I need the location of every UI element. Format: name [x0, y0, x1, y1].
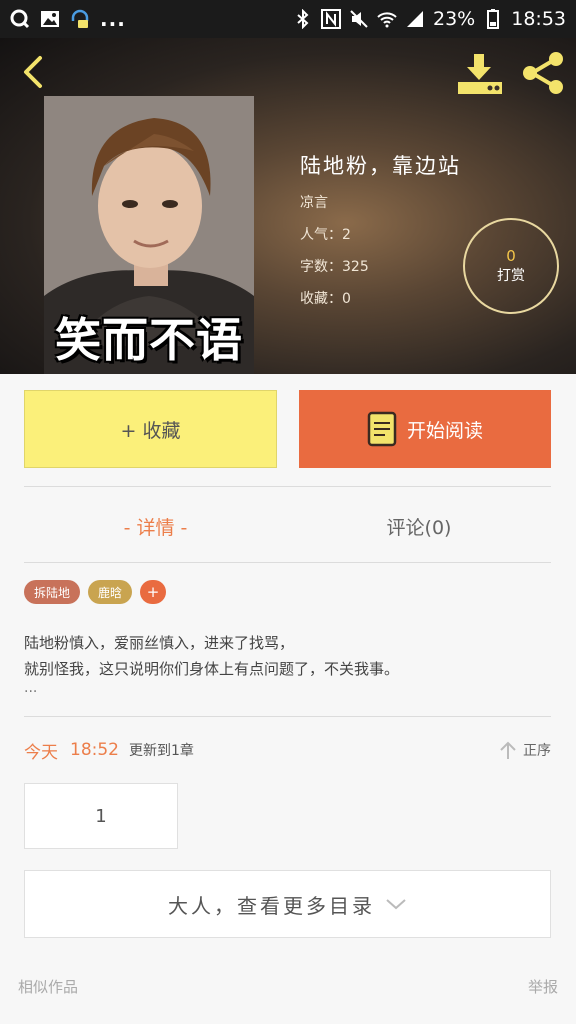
description-line: 就别怪我，这只说明你们身体上有点问题了，不关我事。: [24, 660, 400, 678]
clock: 18:53: [511, 8, 566, 30]
divider: [24, 562, 551, 563]
book-author[interactable]: 凉言: [300, 192, 328, 212]
start-reading-label: 开始阅读: [406, 419, 483, 442]
cover-caption: 笑而不语: [55, 313, 243, 367]
word-count-value: 325: [342, 259, 369, 275]
sort-order-button[interactable]: 正序: [499, 740, 551, 760]
book-cover[interactable]: 笑而不语: [44, 96, 254, 374]
reward-count: 0: [506, 247, 516, 265]
expand-description[interactable]: ...: [24, 680, 37, 696]
nfc-icon: [321, 9, 341, 29]
description-line: 陆地粉慎入，爱丽丝慎入，进来了找骂，: [24, 634, 295, 652]
quick-search-icon: [10, 9, 30, 29]
arrow-up-icon: [500, 741, 516, 759]
book-description: 陆地粉慎入，爱丽丝慎入，进来了找骂， 就别怪我，这只说明你们身体上有点问题了，不…: [24, 630, 551, 682]
update-time: 18:52: [70, 740, 119, 760]
update-text: 更新到1章: [129, 743, 194, 759]
more-catalog-label: 大人，查看更多目录: [168, 893, 375, 918]
popularity-label: 人气：: [300, 227, 342, 243]
bluetooth-icon: [297, 9, 309, 29]
word-count: 字数：325: [300, 256, 369, 276]
favorites-count: 收藏：0: [300, 288, 351, 308]
tab-comments[interactable]: 评论(0): [287, 498, 551, 554]
book-title: 陆地粉，靠边站: [300, 154, 461, 178]
divider: [24, 716, 551, 717]
headset-icon: [71, 9, 89, 28]
start-reading-button[interactable]: 开始阅读: [299, 390, 551, 468]
gallery-icon: [41, 11, 59, 27]
chevron-down-icon: [386, 899, 406, 910]
back-button[interactable]: [14, 52, 54, 92]
status-bar: ... 23% 18:53: [0, 0, 576, 38]
collect-label: + 收藏: [120, 419, 181, 442]
sort-label: 正序: [523, 743, 551, 759]
popularity-value: 2: [342, 227, 351, 243]
chapter-item[interactable]: 1: [24, 783, 178, 849]
book-header: 笑而不语 陆地粉，靠边站 凉言 人气：2 字数：325 收藏：0 0 打赏: [0, 38, 576, 374]
update-day: 今天: [24, 742, 58, 763]
download-icon[interactable]: [456, 52, 504, 96]
similar-works-link[interactable]: 相似作品: [18, 976, 78, 997]
reward-label: 打赏: [497, 268, 525, 284]
tag-list: 拆陆地 鹿晗 +: [24, 580, 167, 604]
signal-icon: [407, 11, 423, 27]
more-catalog-button[interactable]: 大人，查看更多目录: [24, 870, 551, 938]
share-icon[interactable]: [520, 50, 566, 96]
mute-icon: [350, 10, 368, 28]
tag-item[interactable]: 拆陆地: [24, 580, 81, 604]
favorites-value: 0: [342, 291, 351, 307]
word-count-label: 字数：: [300, 259, 342, 275]
reward-button[interactable]: 0 打赏: [463, 218, 559, 314]
tag-item[interactable]: 鹿晗: [88, 580, 133, 604]
report-link[interactable]: 举报: [528, 976, 558, 997]
collect-button[interactable]: + 收藏: [24, 390, 277, 468]
add-tag-button[interactable]: +: [140, 580, 167, 604]
battery-icon: [487, 9, 500, 29]
wifi-icon: [377, 12, 397, 28]
divider: [24, 486, 551, 487]
more-notifications: ...: [100, 7, 126, 31]
battery-percent: 23%: [433, 8, 476, 30]
update-info: 今天 18:52 更新到1章 正序: [24, 736, 551, 764]
favorites-label: 收藏：: [300, 291, 342, 307]
popularity: 人气：2: [300, 224, 351, 244]
book-icon: [367, 411, 397, 447]
tab-details[interactable]: - 详情 -: [24, 498, 287, 554]
